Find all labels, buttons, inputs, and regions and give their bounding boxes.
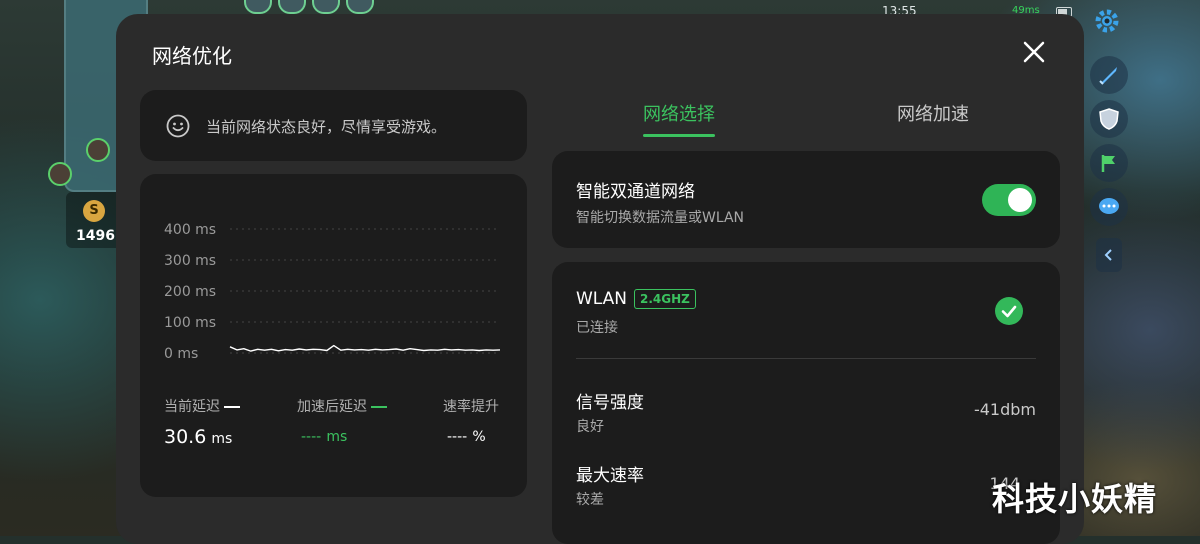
signal-strength-value: -41dbm — [973, 400, 1036, 419]
wlan-title: WLAN — [576, 289, 628, 309]
network-optimization-dialog: 网络优化 当前网络状态良好，尽情享受游戏。 400 ms 300 ms 200 ms… — [116, 14, 1084, 544]
y-tick-label: 200 ms — [164, 284, 216, 300]
wlan-band-badge: 2.4GHZ — [634, 289, 696, 309]
gold-amount: 1496 — [76, 228, 115, 244]
max-rate-quality: 较差 — [576, 492, 604, 508]
tab-network-selection[interactable]: 网络选择 — [643, 100, 715, 137]
signal-strength-quality: 良好 — [576, 419, 604, 435]
chat-icon[interactable] — [1090, 188, 1128, 226]
stat-unit: ms — [326, 429, 348, 445]
hero-portrait — [312, 0, 340, 14]
divider — [576, 358, 1036, 359]
y-tick-label: 400 ms — [164, 222, 216, 238]
tab-bar: 网络选择 网络加速 — [552, 100, 1060, 140]
wlan-card: WLAN 2.4GHZ 已连接 信号强度 良好 -41dbm 最大速率 较差 1… — [552, 262, 1060, 544]
tab-network-acceleration[interactable]: 网络加速 — [897, 100, 969, 126]
stat-label: 加速后延迟 — [297, 399, 367, 415]
stat-unit: % — [472, 429, 486, 445]
stat-label: 当前延迟 — [164, 399, 220, 415]
y-tick-label: 0 ms — [164, 346, 198, 362]
latency-chart: 400 ms 300 ms 200 ms 100 ms 0 ms — [164, 222, 501, 362]
y-tick-label: 300 ms — [164, 253, 216, 269]
hero-portrait — [244, 0, 272, 14]
ally-hero-marker — [86, 138, 110, 162]
stat-value: ---- — [301, 429, 322, 445]
tab-label: 网络选择 — [643, 104, 715, 125]
settings-gear-icon[interactable] — [1088, 2, 1126, 40]
collapse-chevron-icon[interactable] — [1096, 238, 1122, 272]
dual-channel-card: 智能双通道网络 智能切换数据流量或WLAN — [552, 151, 1060, 248]
max-rate-title: 最大速率 — [576, 466, 644, 486]
stat-value: ---- — [447, 429, 468, 445]
stat-accelerated-latency: 加速后延迟 ---- ms — [297, 396, 387, 445]
toggle-knob — [1008, 188, 1032, 212]
dual-channel-subtitle: 智能切换数据流量或WLAN — [576, 210, 745, 226]
smiley-icon — [166, 114, 190, 138]
gold-coin-icon: S — [83, 200, 105, 222]
y-tick-label: 100 ms — [164, 315, 216, 331]
stat-current-latency: 当前延迟 30.6 ms — [164, 396, 240, 448]
hero-portrait — [278, 0, 306, 14]
tab-label: 网络加速 — [897, 104, 969, 125]
stat-label: 速率提升 — [443, 399, 499, 415]
wlan-status: 已连接 — [576, 320, 618, 336]
watermark-text: 科技小妖精 — [992, 480, 1158, 518]
network-status-message: 当前网络状态良好，尽情享受游戏。 — [206, 118, 447, 136]
ally-hero-marker — [48, 162, 72, 186]
stat-speed-boost: 速率提升 ---- % — [443, 396, 499, 445]
stat-unit: ms — [211, 431, 233, 447]
latency-series-line — [229, 344, 501, 352]
dual-channel-title: 智能双通道网络 — [576, 182, 695, 202]
latency-chart-card: 400 ms 300 ms 200 ms 100 ms 0 ms 当前延迟 30.6 m… — [140, 174, 527, 497]
close-icon[interactable] — [1018, 36, 1050, 68]
sword-icon[interactable] — [1090, 56, 1128, 94]
network-status-card: 当前网络状态良好，尽情享受游戏。 — [140, 90, 527, 161]
active-tab-indicator — [643, 134, 715, 137]
stat-value: 30.6 — [164, 426, 207, 448]
shield-icon[interactable] — [1090, 100, 1128, 138]
dual-channel-toggle[interactable] — [982, 184, 1036, 216]
check-icon[interactable] — [995, 297, 1023, 325]
flag-icon[interactable] — [1090, 144, 1128, 182]
hero-portrait — [346, 0, 374, 14]
signal-strength-title: 信号强度 — [576, 393, 644, 413]
dialog-title: 网络优化 — [152, 44, 232, 68]
